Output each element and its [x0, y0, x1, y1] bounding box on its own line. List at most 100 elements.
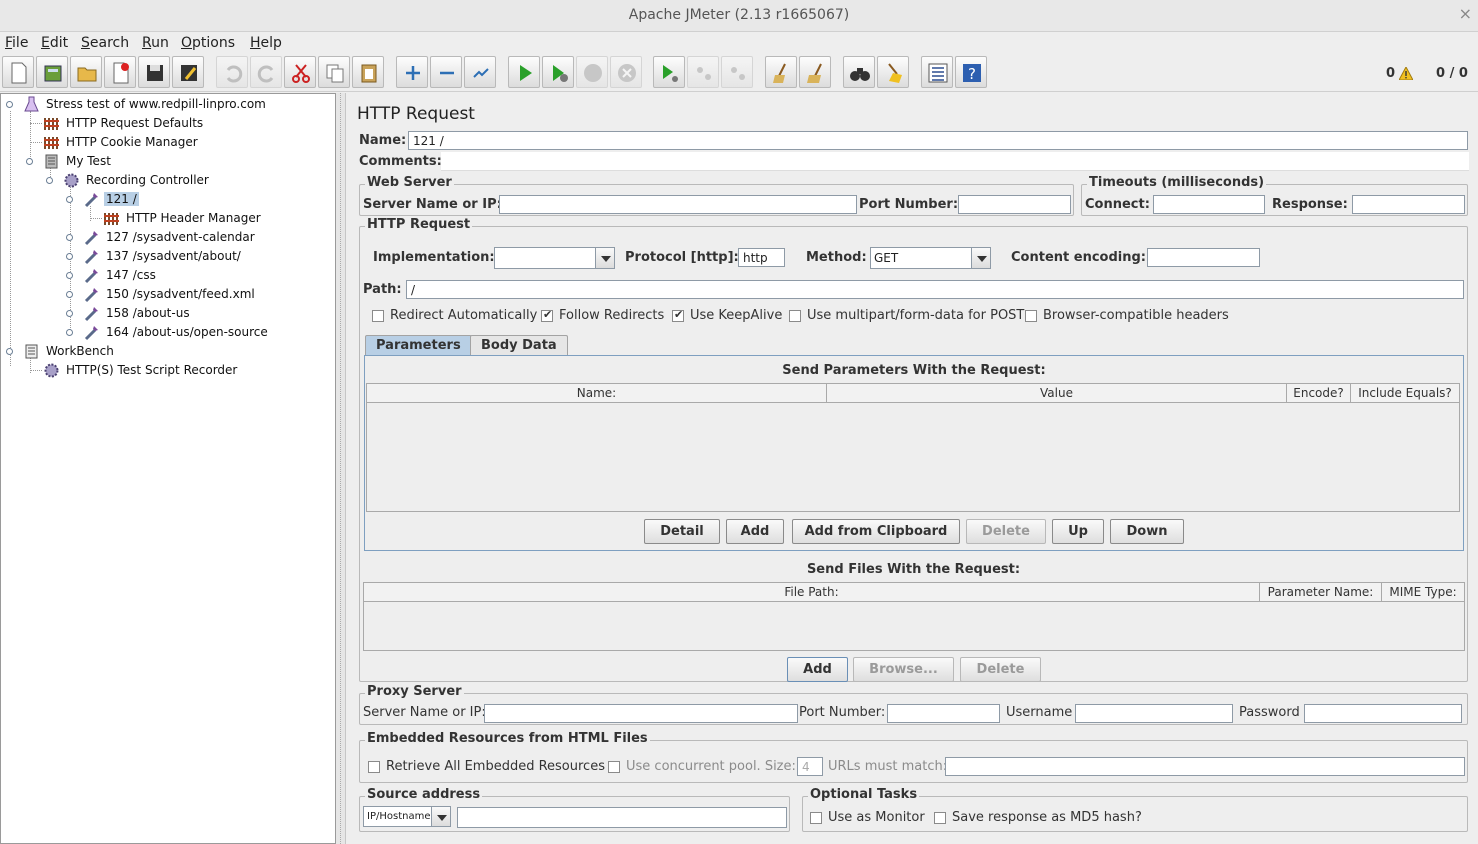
proxy-port-input[interactable] [887, 704, 1000, 723]
delete-parameter-button[interactable]: Delete [966, 519, 1046, 544]
clear-all-button[interactable] [799, 56, 831, 88]
response-timeout-input[interactable] [1352, 195, 1465, 214]
pool-size-input[interactable] [797, 757, 823, 776]
open-button[interactable] [70, 56, 102, 88]
expand-all-button[interactable] [396, 56, 428, 88]
column-header-include-equals[interactable]: Include Equals? [1351, 384, 1459, 402]
close-plan-button[interactable] [104, 56, 136, 88]
content-encoding-input[interactable] [1147, 248, 1260, 267]
tree-toggle-handle[interactable] [66, 291, 73, 298]
tree-toggle-handle[interactable] [66, 272, 73, 279]
save-button[interactable] [138, 56, 170, 88]
binoculars-icon [850, 68, 870, 81]
remote-start-button[interactable] [653, 56, 685, 88]
add-parameter-button[interactable]: Add [726, 519, 784, 544]
copy-button[interactable] [318, 56, 350, 88]
comments-input[interactable] [441, 152, 1469, 171]
svg-text:?: ? [968, 65, 976, 83]
search-button[interactable] [843, 56, 875, 88]
tree-toggle-handle[interactable] [66, 234, 73, 241]
implementation-select[interactable] [494, 247, 615, 269]
proxy-username-input[interactable] [1075, 704, 1233, 723]
menu-help[interactable]: Help [250, 35, 282, 51]
clear-button[interactable] [765, 56, 797, 88]
paste-button[interactable] [352, 56, 384, 88]
tree-toggle-handle[interactable] [66, 253, 73, 260]
column-header-mime-type[interactable]: MIME Type: [1382, 583, 1464, 601]
http-request-group: HTTP Request Implementation: Protocol [h… [359, 217, 1468, 682]
path-input[interactable] [406, 280, 1464, 299]
parameters-table[interactable]: Name: Value Encode? Include Equals? [366, 383, 1460, 512]
checkbox-box [372, 310, 384, 322]
column-header-encode[interactable]: Encode? [1287, 384, 1351, 402]
source-address-title: Source address [365, 787, 483, 802]
protocol-input[interactable] [738, 248, 785, 267]
shutdown-button[interactable] [610, 56, 642, 88]
undo-button[interactable] [216, 56, 248, 88]
tree-toggle-handle[interactable] [6, 101, 13, 108]
tree-toggle-handle[interactable] [66, 329, 73, 336]
add-from-clipboard-button[interactable]: Add from Clipboard [792, 519, 960, 544]
source-address-input[interactable] [457, 807, 787, 828]
toggle-icon [473, 68, 489, 78]
minus-icon [440, 71, 454, 75]
checkbox-box [368, 761, 380, 773]
warning-icon[interactable] [1399, 67, 1413, 80]
move-up-button[interactable]: Up [1052, 519, 1104, 544]
column-header-file-path[interactable]: File Path: [364, 583, 1260, 601]
start-no-pauses-button[interactable] [542, 56, 574, 88]
proxy-server-input[interactable] [484, 704, 798, 723]
urls-must-match-input[interactable] [945, 757, 1465, 776]
tab-body-data[interactable]: Body Data [470, 335, 568, 355]
tree-toggle-handle[interactable] [26, 158, 33, 165]
column-header-value[interactable]: Value [827, 384, 1287, 402]
start-button[interactable] [508, 56, 540, 88]
redo-button[interactable] [250, 56, 282, 88]
remote-stop-button[interactable] [687, 56, 719, 88]
function-helper-button[interactable] [921, 56, 953, 88]
server-name-input[interactable] [499, 195, 857, 214]
help-button[interactable]: ? [955, 56, 987, 88]
collapse-all-button[interactable] [430, 56, 462, 88]
menu-file[interactable]: File [5, 35, 28, 51]
cut-button[interactable] [284, 56, 316, 88]
column-header-name[interactable]: Name: [367, 384, 827, 402]
split-pane-divider[interactable] [336, 93, 346, 844]
tree-toggle-handle[interactable] [46, 177, 53, 184]
files-table[interactable]: File Path: Parameter Name: MIME Type: [363, 582, 1465, 651]
menu-run[interactable]: Run [142, 35, 169, 51]
reset-search-button[interactable] [877, 56, 909, 88]
browse-file-button[interactable]: Browse... [853, 657, 954, 682]
sampler-pipette-icon [84, 307, 98, 322]
name-input[interactable] [408, 131, 1468, 150]
menu-edit[interactable]: Edit [41, 35, 68, 51]
stop-button[interactable] [576, 56, 608, 88]
connect-timeout-input[interactable] [1153, 195, 1265, 214]
toggle-button[interactable] [464, 56, 496, 88]
port-number-input[interactable] [958, 195, 1071, 214]
tab-parameters[interactable]: Parameters [365, 335, 472, 355]
new-button[interactable] [2, 56, 34, 88]
menu-search[interactable]: Search [81, 35, 129, 51]
proxy-server-label: Server Name or IP: [363, 705, 486, 720]
clear-all-icon [807, 63, 822, 83]
add-file-button[interactable]: Add [787, 657, 848, 682]
column-header-parameter-name[interactable]: Parameter Name: [1260, 583, 1382, 601]
tree-line [30, 370, 42, 371]
tree-toggle-handle[interactable] [66, 196, 73, 203]
proxy-password-input[interactable] [1304, 704, 1462, 723]
source-type-select[interactable]: IP/Hostname [363, 806, 451, 827]
save-as-button[interactable] [172, 56, 204, 88]
stop-icon [584, 64, 602, 82]
templates-button[interactable] [36, 56, 68, 88]
tree-toggle-handle[interactable] [6, 348, 13, 355]
menu-options[interactable]: Options [181, 35, 235, 51]
method-select[interactable]: GET [870, 247, 991, 269]
close-icon[interactable]: × [1459, 4, 1472, 23]
delete-file-button[interactable]: Delete [960, 657, 1041, 682]
floppy-icon [147, 65, 163, 81]
tree-toggle-handle[interactable] [66, 310, 73, 317]
remote-exit-button[interactable] [721, 56, 753, 88]
move-down-button[interactable]: Down [1110, 519, 1184, 544]
detail-button[interactable]: Detail [644, 519, 720, 544]
